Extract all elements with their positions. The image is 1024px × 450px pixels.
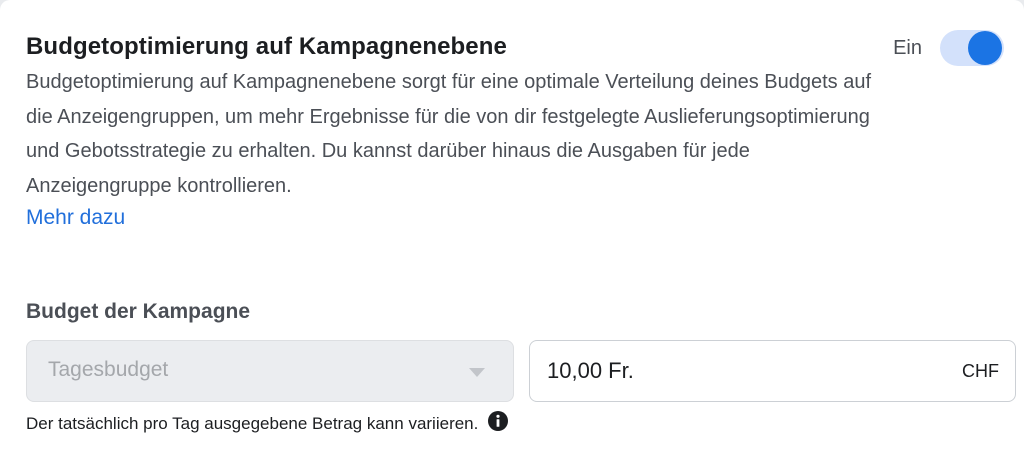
currency-label: CHF <box>962 361 999 381</box>
toggle-label: Ein <box>893 36 922 59</box>
budget-hint-text: Der tatsächlich pro Tag ausgegebene Betr… <box>26 414 479 433</box>
section-title: Budgetoptimierung auf Kampagnenebene <box>26 33 507 60</box>
section-description: Budgetoptimierung auf Kampagnenebene sor… <box>26 71 872 197</box>
budget-heading: Budget der Kampagne <box>26 300 251 323</box>
info-icon[interactable] <box>488 411 509 431</box>
campaign-budget-card: Budgetoptimierung auf Kampagnenebene Ein… <box>0 0 1024 450</box>
learn-more-link[interactable]: Mehr dazu <box>26 206 125 230</box>
budget-optimization-toggle[interactable] <box>940 30 1004 66</box>
chevron-down-icon <box>469 368 485 377</box>
budget-type-select[interactable]: Tagesbudget <box>26 340 514 402</box>
budget-hint-row: Der tatsächlich pro Tag ausgegebene Betr… <box>26 411 509 434</box>
budget-type-value: Tagesbudget <box>48 358 169 381</box>
budget-amount-input[interactable]: 10,00 Fr. CHF <box>529 340 1016 402</box>
toggle-group: Ein <box>893 30 1004 66</box>
toggle-knob <box>968 31 1002 65</box>
section-header: Budgetoptimierung auf Kampagnenebene Ein <box>26 30 1004 70</box>
budget-amount-value: 10,00 Fr. <box>547 358 634 383</box>
